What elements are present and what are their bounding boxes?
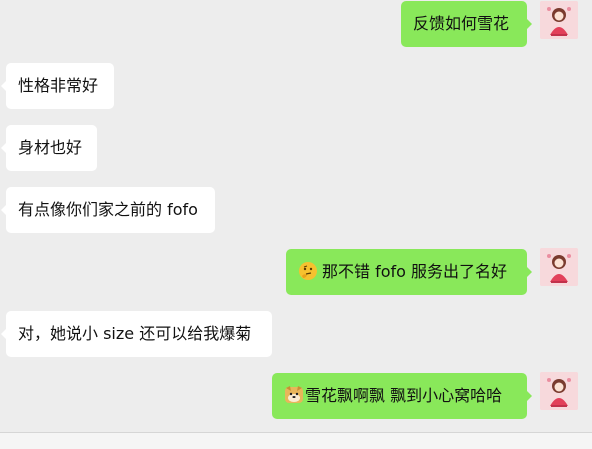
message-bubble[interactable]: 性格非常好 — [1, 63, 114, 109]
self-avatar[interactable] — [540, 248, 578, 286]
message-text: 雪花飘啊飘 飘到小心窝哈哈 — [305, 386, 503, 405]
message-bubble[interactable]: 有点像你们家之前的 fofo — [1, 187, 215, 233]
thinking-face-emoji — [299, 262, 317, 280]
self-avatar[interactable] — [540, 372, 578, 410]
girl-avatar-icon — [540, 248, 578, 286]
girl-avatar-icon — [540, 372, 578, 410]
message-bubble[interactable]: 身材也好 — [1, 125, 97, 171]
message-bubble[interactable]: 雪花飘啊飘 飘到小心窝哈哈 — [272, 373, 532, 419]
message-bubble[interactable]: 反馈如何雪花 — [401, 1, 532, 47]
girl-avatar-icon — [540, 1, 578, 39]
chat-history: 反馈如何雪花 性格非常好 身材也好 有点像你们家之前的 fofo 那不错 fof… — [0, 0, 592, 432]
message-bubble[interactable]: 那不错 fofo 服务出了名好 — [286, 249, 532, 295]
doge-emoji — [285, 386, 303, 403]
message-text: 身材也好 — [18, 138, 83, 157]
message-text: 有点像你们家之前的 fofo — [18, 200, 198, 219]
self-avatar[interactable] — [540, 1, 578, 39]
message-bubble[interactable]: 对，她说小 size 还可以给我爆菊 — [1, 311, 272, 357]
message-text: 反馈如何雪花 — [413, 14, 510, 33]
message-input-area[interactable] — [0, 433, 592, 449]
message-text: 对，她说小 size 还可以给我爆菊 — [18, 324, 252, 343]
message-text: 那不错 fofo 服务出了名好 — [322, 262, 508, 281]
message-text: 性格非常好 — [18, 76, 99, 95]
